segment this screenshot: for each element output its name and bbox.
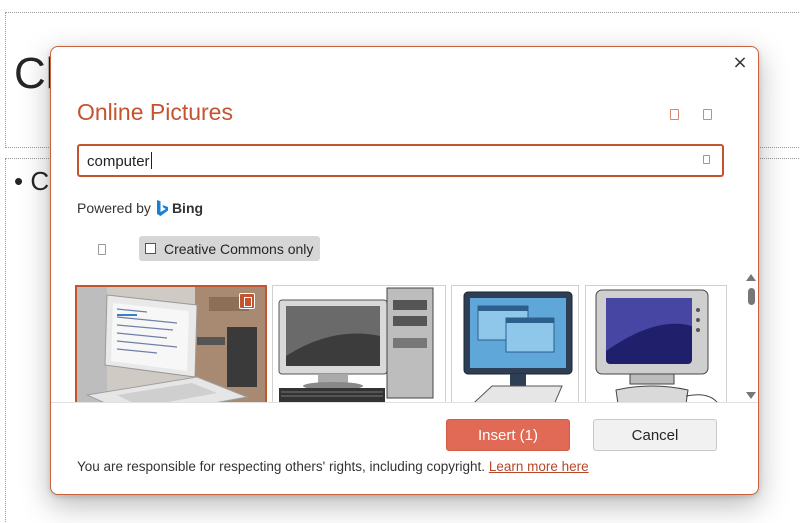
search-input[interactable]: computer — [77, 144, 724, 177]
computer-monitor-image — [452, 286, 578, 402]
search-icon[interactable] — [703, 155, 710, 164]
powered-by-label: Powered by — [77, 200, 151, 216]
copyright-notice: You are responsible for respecting other… — [77, 459, 589, 474]
header-option-icon[interactable] — [670, 109, 679, 120]
creative-commons-filter[interactable]: Creative Commons only — [139, 236, 320, 261]
dialog-title: Online Pictures — [77, 99, 233, 125]
scroll-down-arrow-icon[interactable] — [746, 392, 756, 399]
slide-body-text: • C — [14, 166, 50, 196]
result-computer-monitor[interactable] — [451, 285, 579, 402]
selected-check-icon[interactable] — [239, 293, 255, 309]
cancel-button[interactable]: Cancel — [593, 419, 717, 451]
result-laptop-photo[interactable] — [75, 285, 267, 402]
scroll-up-arrow-icon[interactable] — [746, 274, 756, 281]
divider — [51, 402, 758, 403]
bing-logo: Bing — [156, 199, 204, 217]
header-option-icon[interactable] — [703, 109, 712, 120]
powered-by-bing: Powered by Bing — [77, 198, 203, 218]
copyright-notice-text: You are responsible for respecting other… — [77, 459, 486, 474]
insert-button[interactable]: Insert (1) — [446, 419, 570, 451]
search-input-value: computer — [87, 152, 152, 170]
online-pictures-dialog: × Online Pictures computer Powered by Bi… — [50, 46, 759, 495]
learn-more-link[interactable]: Learn more here — [489, 459, 589, 474]
filter-icon[interactable] — [98, 244, 106, 255]
text-caret — [150, 152, 152, 169]
bing-icon — [156, 199, 168, 216]
desktop-computer-image — [273, 286, 445, 402]
result-desktop-computer[interactable] — [272, 285, 446, 402]
creative-commons-label: Creative Commons only — [164, 240, 314, 257]
bing-label: Bing — [171, 200, 204, 216]
checkbox-icon[interactable] — [145, 243, 156, 254]
result-crt-computer[interactable] — [585, 285, 727, 402]
close-icon[interactable]: × — [730, 53, 750, 73]
scrollbar-thumb[interactable] — [748, 288, 755, 305]
crt-computer-image — [586, 286, 726, 402]
image-results-grid — [73, 282, 755, 402]
